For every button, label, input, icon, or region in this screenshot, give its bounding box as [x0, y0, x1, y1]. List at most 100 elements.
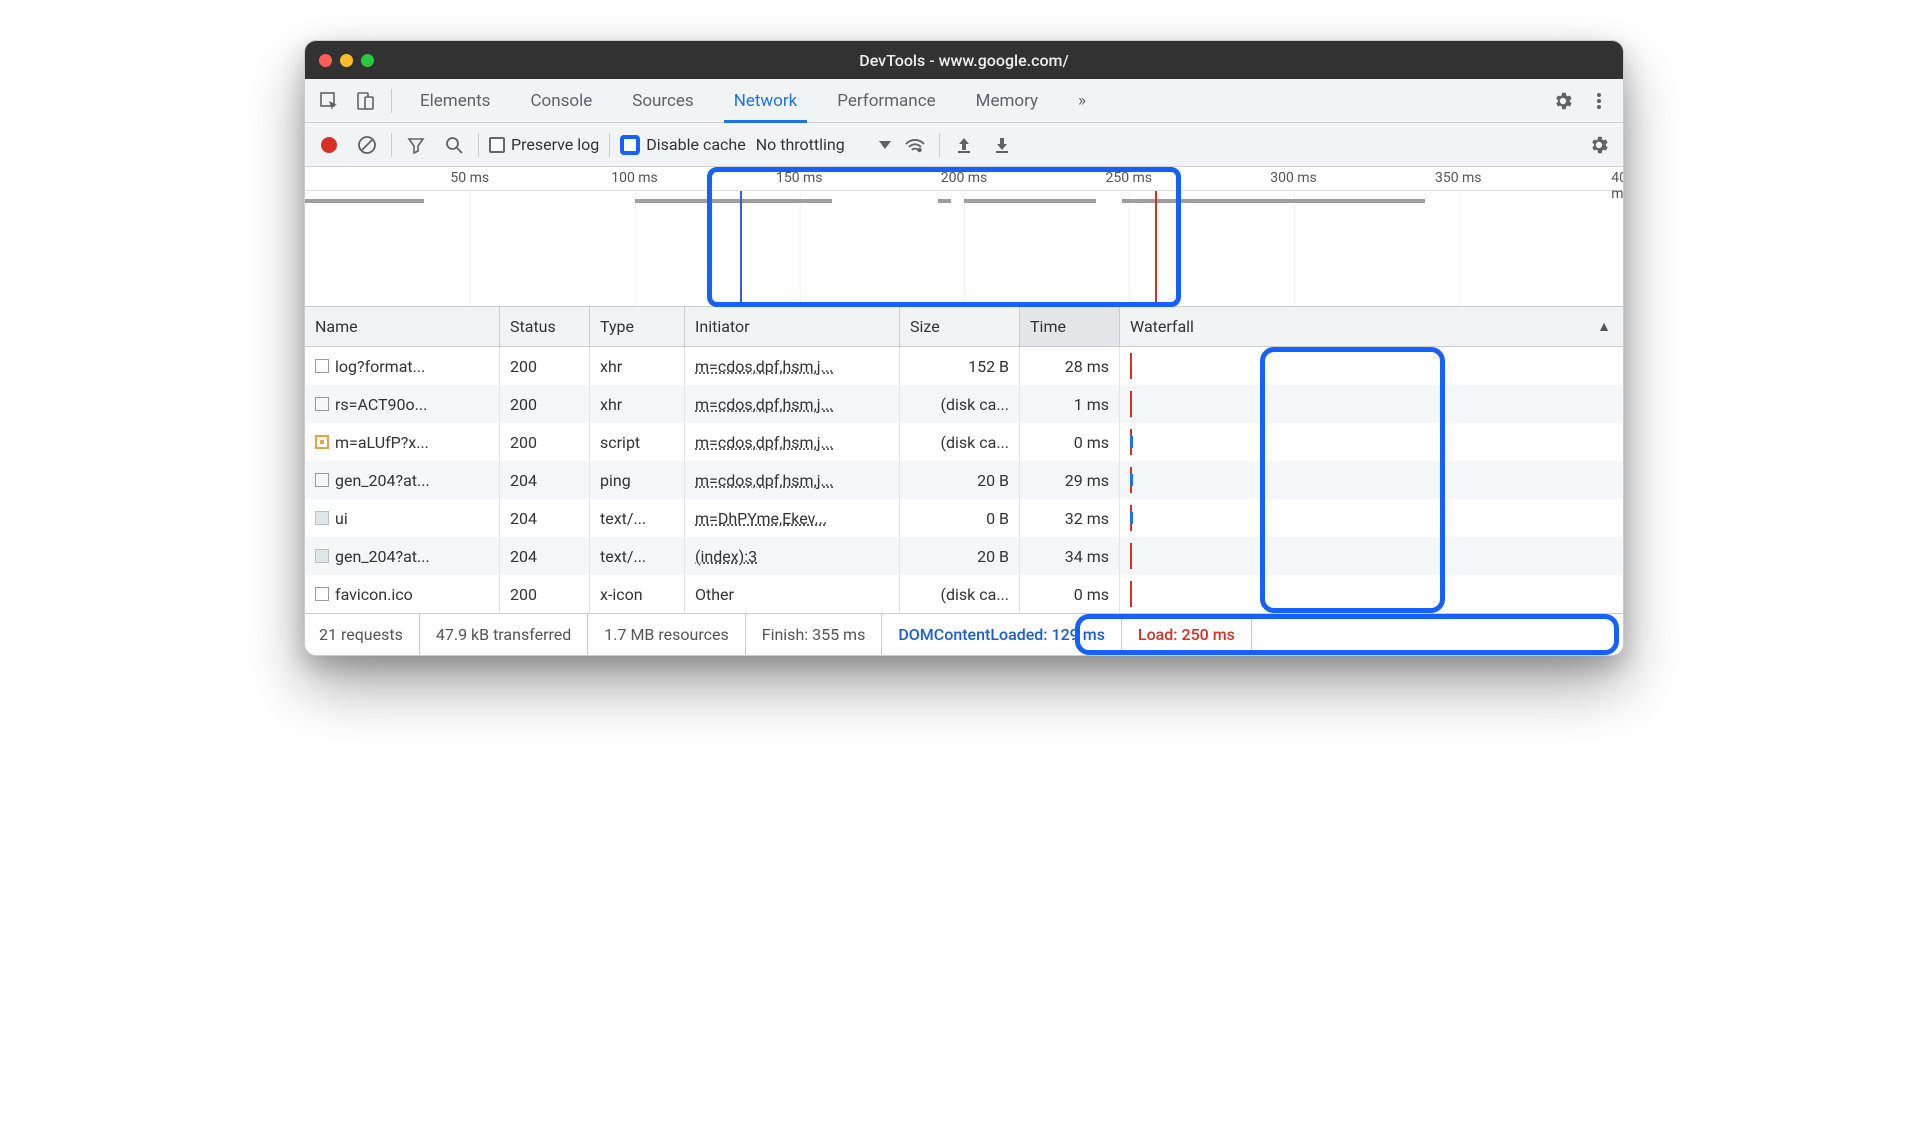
waterfall-bar [1130, 512, 1133, 524]
resource-type-icon [315, 473, 329, 487]
status-bar: 21 requests 47.9 kB transferred 1.7 MB r… [305, 613, 1623, 655]
disable-cache-highlight [620, 135, 640, 155]
request-name: gen_204?at... [335, 471, 430, 490]
tab-performance[interactable]: Performance [819, 79, 953, 123]
col-status[interactable]: Status [500, 307, 590, 346]
tab-memory[interactable]: Memory [958, 79, 1056, 123]
timeline-tick: 100 ms [611, 170, 658, 186]
cell-waterfall [1120, 575, 1623, 613]
waterfall-bar [1130, 474, 1133, 486]
network-toolbar: Preserve log Disable cache No throttling [305, 123, 1623, 167]
device-toggle-icon[interactable] [349, 85, 381, 117]
resource-type-icon [315, 549, 329, 563]
cell-status: 200 [500, 423, 590, 461]
cell-type: xhr [590, 347, 685, 385]
request-name: rs=ACT90o... [335, 395, 427, 414]
col-size[interactable]: Size [900, 307, 1020, 346]
col-initiator[interactable]: Initiator [685, 307, 900, 346]
chevron-down-icon [879, 141, 891, 149]
col-waterfall[interactable]: Waterfall▲ [1120, 307, 1623, 346]
cell-waterfall [1120, 499, 1623, 537]
maximize-icon[interactable] [361, 54, 374, 67]
initiator-link[interactable]: m=DhPYme,Ekev... [695, 509, 827, 528]
throttling-label: No throttling [756, 135, 845, 154]
table-row[interactable]: rs=ACT90o...200xhrm=cdos,dpf,hsm,j...(di… [305, 385, 1623, 423]
timeline-overview[interactable]: 50 ms100 ms150 ms200 ms250 ms300 ms350 m… [305, 167, 1623, 307]
cell-size: 20 B [900, 461, 1020, 499]
download-har-icon[interactable] [988, 131, 1016, 159]
cell-time: 28 ms [1020, 347, 1120, 385]
request-name: favicon.ico [335, 585, 413, 604]
col-time[interactable]: Time [1020, 307, 1120, 346]
table-row[interactable]: favicon.ico200x-iconOther(disk ca...0 ms [305, 575, 1623, 613]
window-controls [319, 54, 374, 67]
cell-time: 32 ms [1020, 499, 1120, 537]
timeline-tick: 400 ms [1611, 170, 1624, 202]
cell-time: 34 ms [1020, 537, 1120, 575]
tab-console[interactable]: Console [512, 79, 610, 123]
resource-type-icon [315, 359, 329, 373]
resource-type-icon [315, 587, 329, 601]
more-icon[interactable] [1583, 85, 1615, 117]
cell-type: text/... [590, 499, 685, 537]
tabs-overflow-button[interactable]: » [1060, 79, 1104, 123]
throttling-select[interactable]: No throttling [756, 135, 891, 154]
table-row[interactable]: log?format...200xhrm=cdos,dpf,hsm,j...15… [305, 347, 1623, 385]
settings-icon[interactable] [1547, 85, 1579, 117]
tab-elements[interactable]: Elements [402, 79, 508, 123]
cell-time: 0 ms [1020, 423, 1120, 461]
status-load: Load: 250 ms [1122, 614, 1252, 655]
cell-status: 204 [500, 537, 590, 575]
cell-status: 200 [500, 575, 590, 613]
status-requests: 21 requests [319, 614, 420, 655]
record-button[interactable] [315, 131, 343, 159]
inspect-icon[interactable] [313, 85, 345, 117]
initiator-link[interactable]: m=cdos,dpf,hsm,j... [695, 357, 833, 376]
table-row[interactable]: gen_204?at... 204ping m=cdos,dpf,hsm,j... 2… [305, 461, 1623, 499]
disable-cache-checkbox[interactable]: Disable cache [620, 135, 745, 155]
table-row[interactable]: ui204text/...m=DhPYme,Ekev...0 B32 ms [305, 499, 1623, 537]
cell-time: 1 ms [1020, 385, 1120, 423]
cell-type: ping [590, 461, 685, 499]
clear-icon[interactable] [353, 131, 381, 159]
cell-waterfall [1120, 461, 1623, 499]
initiator-link[interactable]: (index):3 [695, 547, 757, 566]
upload-har-icon[interactable] [950, 131, 978, 159]
close-icon[interactable] [319, 54, 332, 67]
cell-size: 0 B [900, 499, 1020, 537]
overview-highlight [707, 167, 1181, 307]
status-finish: Finish: 355 ms [746, 614, 883, 655]
resource-type-icon [315, 397, 329, 411]
tab-network[interactable]: Network [716, 79, 816, 123]
cell-type: script [590, 423, 685, 461]
col-name[interactable]: Name [305, 307, 500, 346]
cell-type: text/... [590, 537, 685, 575]
initiator-link[interactable]: m=cdos,dpf,hsm,j... [695, 471, 833, 490]
col-type[interactable]: Type [590, 307, 685, 346]
status-domcontentloaded: DOMContentLoaded: 129 ms [882, 614, 1122, 655]
table-row[interactable]: gen_204?at...204text/...(index):320 B34 … [305, 537, 1623, 575]
tab-sources[interactable]: Sources [614, 79, 711, 123]
search-icon[interactable] [440, 131, 468, 159]
network-conditions-icon[interactable] [901, 131, 929, 159]
minimize-icon[interactable] [340, 54, 353, 67]
initiator-link[interactable]: m=cdos,dpf,hsm,j... [695, 395, 833, 414]
table-header: Name Status Type Initiator Size Time Wat… [305, 307, 1623, 347]
timeline-tick: 300 ms [1270, 170, 1317, 186]
network-settings-icon[interactable] [1585, 131, 1613, 159]
cell-time: 0 ms [1020, 575, 1120, 613]
initiator-link[interactable]: m=cdos,dpf,hsm,j... [695, 433, 833, 452]
table-row[interactable]: m=aLUfP?x...200scriptm=cdos,dpf,hsm,j...… [305, 423, 1623, 461]
timeline-tick: 50 ms [450, 170, 489, 186]
request-name: ui [335, 509, 348, 528]
cell-waterfall [1120, 385, 1623, 423]
cell-status: 200 [500, 347, 590, 385]
preserve-log-checkbox[interactable]: Preserve log [489, 135, 599, 154]
resource-type-icon [315, 511, 329, 525]
timeline-tick: 350 ms [1435, 170, 1482, 186]
devtools-window: DevTools - www.google.com/ ElementsConso… [304, 40, 1624, 656]
cell-status: 200 [500, 385, 590, 423]
cell-status: 204 [500, 461, 590, 499]
cell-size: (disk ca... [900, 385, 1020, 423]
filter-icon[interactable] [402, 131, 430, 159]
